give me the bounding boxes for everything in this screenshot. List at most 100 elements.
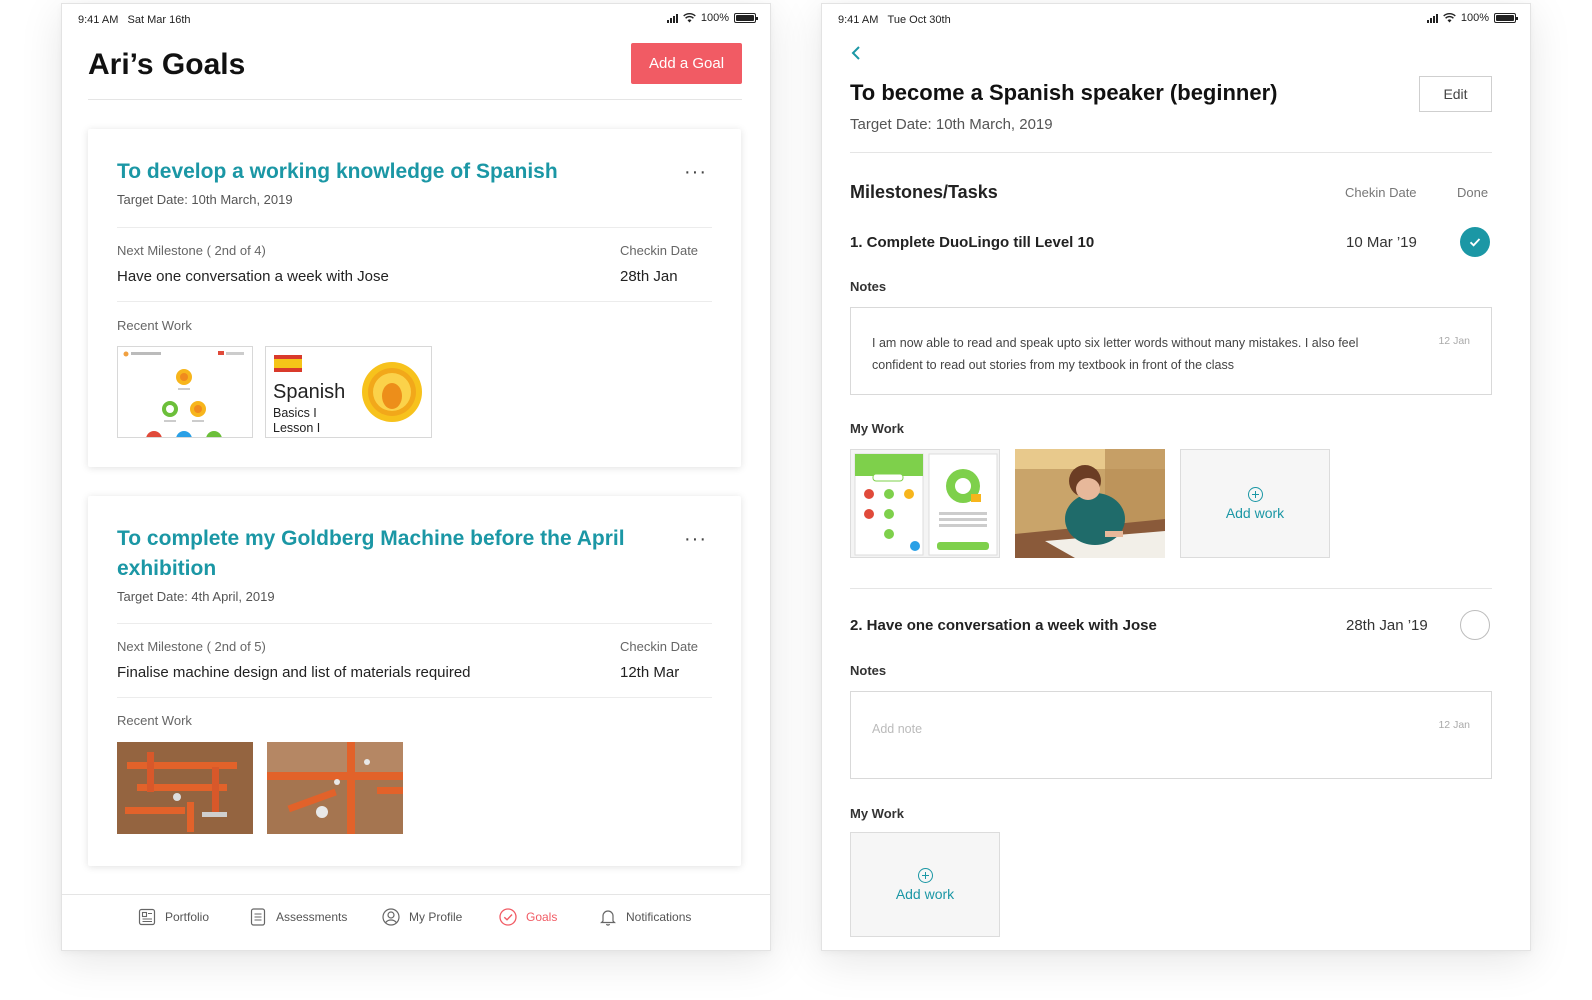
note-placeholder: Add note (872, 722, 923, 736)
lesson-subtitle: Basics I Lesson I (273, 406, 321, 435)
add-goal-button[interactable]: Add a Goal (631, 43, 742, 84)
task-checkin-date: 10 Mar ’19 (1346, 234, 1417, 251)
goals-icon (499, 908, 517, 926)
goals-list-screen: 9:41 AM Sat Mar 16th 100% Ari’s Goals Ad… (61, 3, 771, 951)
task-title: 1. Complete DuoLingo till Level 10 (850, 234, 1095, 251)
my-work-label: My Work (850, 421, 904, 436)
done-checkbox[interactable] (1460, 227, 1490, 257)
goal-card[interactable]: To develop a working knowledge of Spanis… (88, 129, 741, 467)
profile-icon (382, 908, 400, 926)
recent-work-label: Recent Work (117, 713, 192, 728)
add-work-button[interactable]: Add work (850, 832, 1000, 937)
notes-label: Notes (850, 279, 887, 294)
signal-icon (1426, 13, 1438, 23)
status-time: 9:41 AM Tue Oct 30th (838, 14, 951, 26)
divider (88, 99, 742, 100)
milestone-text: Have one conversation a week with Jose (117, 268, 389, 285)
checkin-date-value: 28th Jan (620, 268, 678, 285)
battery-icon (1494, 13, 1518, 23)
checkmark-icon (1469, 238, 1481, 247)
tab-portfolio[interactable]: Portfolio (137, 907, 209, 927)
recent-work-thumbnail[interactable] (267, 742, 403, 834)
tab-label: Portfolio (165, 910, 210, 924)
edit-button[interactable]: Edit (1419, 76, 1492, 112)
tab-label: My Profile (409, 910, 463, 924)
status-indicators: 100% (1426, 12, 1518, 24)
tab-assessments[interactable]: Assessments (248, 907, 347, 927)
checkin-date-value: 12th Mar (620, 664, 680, 681)
tab-notifications[interactable]: Notifications (598, 907, 691, 927)
add-work-label: Add work (895, 885, 955, 902)
my-work-label: My Work (850, 806, 904, 821)
note-field[interactable]: I am now able to read and speak upto six… (850, 307, 1492, 395)
tab-my-profile[interactable]: My Profile (381, 907, 462, 927)
battery-icon (734, 13, 758, 23)
signal-icon (666, 13, 678, 23)
notes-label: Notes (850, 663, 887, 678)
lesson-title: Spanish (273, 381, 346, 403)
divider (117, 301, 712, 302)
more-options-icon[interactable]: ··· (684, 161, 707, 184)
tab-bar: Portfolio Assessments My Profile Goals N… (62, 894, 770, 950)
goldberg-machine-closeup-photo (267, 742, 403, 834)
tab-label: Assessments (276, 910, 348, 924)
add-work-label: Add work (1225, 504, 1285, 521)
recent-work-thumbnail[interactable] (117, 346, 253, 438)
add-circle-icon (917, 867, 933, 883)
goal-target-date: Target Date: 4th April, 2019 (117, 589, 275, 604)
goal-detail-screen: 9:41 AM Tue Oct 30th 100% To become a Sp… (821, 3, 1531, 951)
goal-card[interactable]: To complete my Goldberg Machine before t… (88, 496, 741, 866)
goal-target-date: Target Date: 10th March, 2019 (117, 192, 293, 207)
recent-work-label: Recent Work (117, 318, 192, 333)
page-title: Ari’s Goals (88, 48, 246, 81)
task-checkin-date: 28th Jan ’19 (1346, 617, 1428, 634)
more-options-icon[interactable]: ··· (684, 528, 707, 551)
add-work-button[interactable]: Add work (1180, 449, 1330, 558)
battery-percent: 100% (700, 12, 729, 24)
battery-percent: 100% (1460, 12, 1489, 24)
divider (117, 697, 712, 698)
assessments-icon (250, 908, 266, 926)
divider (117, 623, 712, 624)
tab-label: Goals (526, 910, 558, 924)
back-chevron-icon[interactable] (848, 44, 866, 62)
tab-goals[interactable]: Goals (498, 907, 557, 927)
status-bar: 9:41 AM Sat Mar 16th 100% (62, 4, 770, 34)
task-title: 2. Have one conversation a week with Jos… (850, 617, 1157, 634)
bell-icon (600, 910, 616, 926)
status-indicators: 100% (666, 12, 758, 24)
goal-target-date: Target Date: 10th March, 2019 (850, 116, 1053, 133)
student-writing-photo (1015, 449, 1165, 558)
divider (850, 588, 1492, 589)
milestone-text: Finalise machine design and list of mate… (117, 664, 471, 681)
note-text: I am now able to read and speak upto six… (872, 336, 1359, 372)
divider (117, 227, 712, 228)
goldberg-machine-photo (117, 742, 253, 834)
divider (850, 152, 1492, 153)
recent-work-thumbnail[interactable]: Spanish Basics I Lesson I (265, 346, 432, 438)
duolingo-skill-tree-image (118, 347, 252, 437)
portfolio-icon (138, 908, 156, 926)
goal-title[interactable]: To complete my Goldberg Machine before t… (117, 524, 637, 584)
status-bar: 9:41 AM Tue Oct 30th 100% (822, 4, 1530, 34)
recent-work-thumbnail[interactable] (117, 742, 253, 834)
goal-title[interactable]: To develop a working knowledge of Spanis… (117, 157, 637, 187)
done-column-header: Done (1457, 185, 1489, 200)
note-field[interactable]: Add note 12 Jan (850, 691, 1492, 779)
note-date: 12 Jan (1438, 719, 1470, 731)
work-thumbnail[interactable] (1015, 449, 1165, 558)
tab-label: Notifications (626, 910, 692, 924)
add-circle-icon (1247, 486, 1263, 502)
duolingo-app-screenshot (851, 450, 999, 557)
checkin-date-column-header: Chekin Date (1345, 185, 1417, 200)
next-milestone-label: Next Milestone ( 2nd of 4) (117, 243, 266, 258)
wifi-icon (683, 13, 696, 23)
checkin-date-label: Checkin Date (620, 243, 699, 258)
wifi-icon (1443, 13, 1456, 23)
checkin-date-label: Checkin Date (620, 639, 699, 654)
done-checkbox[interactable] (1460, 610, 1490, 640)
work-thumbnail[interactable] (850, 449, 1000, 558)
status-time: 9:41 AM Sat Mar 16th (78, 14, 191, 26)
milestones-heading: Milestones/Tasks (850, 182, 998, 202)
goal-detail-title: To become a Spanish speaker (beginner) (850, 80, 1278, 105)
